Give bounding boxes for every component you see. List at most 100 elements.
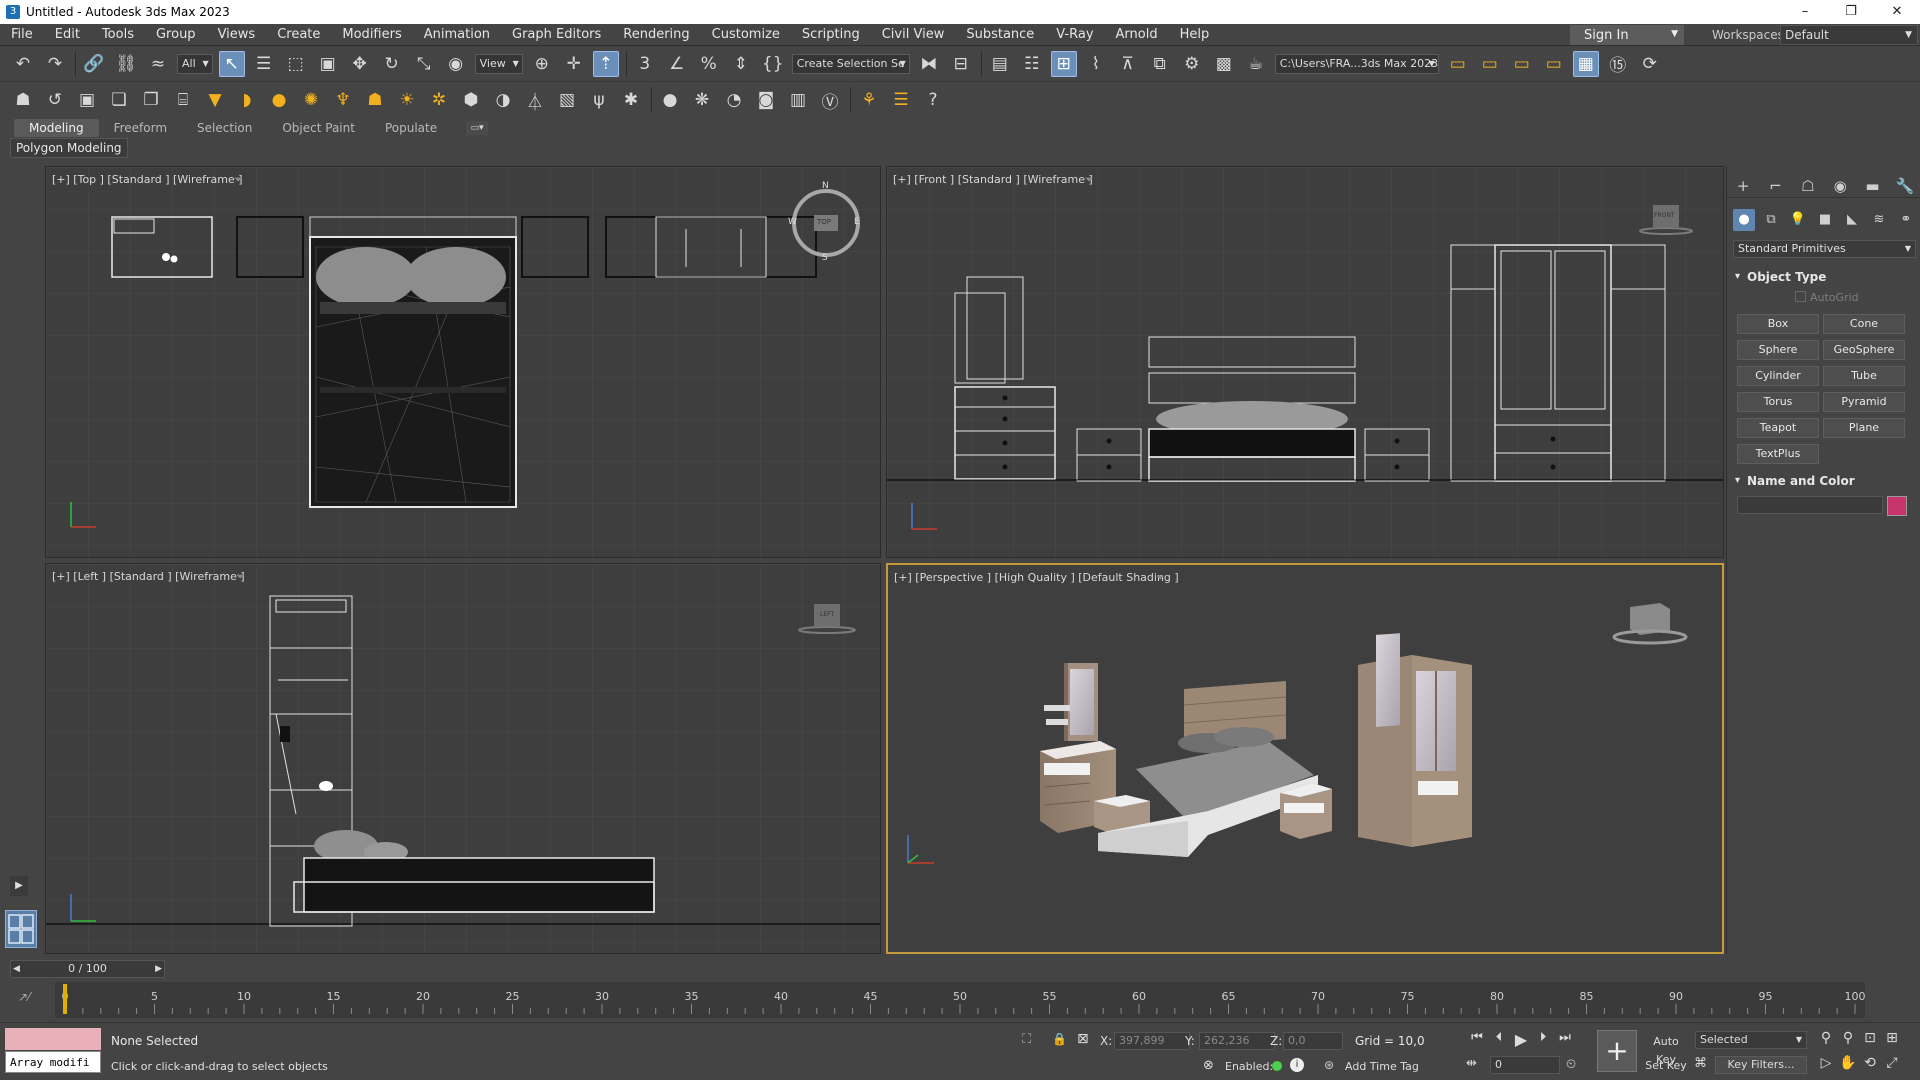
- workspace-dropdown[interactable]: Default ▼: [1780, 25, 1918, 45]
- sign-in-button[interactable]: Sign In ▼: [1570, 25, 1684, 45]
- scene-explorer-icon[interactable]: ⊞: [1050, 50, 1077, 77]
- filter-icon[interactable]: ⏷: [1156, 571, 1165, 585]
- select-manipulate-icon[interactable]: ✛: [561, 51, 587, 77]
- geosphere-button[interactable]: GeoSphere: [1823, 340, 1905, 360]
- help-icon[interactable]: ?: [920, 87, 946, 113]
- close-button[interactable]: ✕: [1874, 0, 1920, 24]
- material-stack-icon[interactable]: ◙: [753, 87, 779, 113]
- zoom-icon[interactable]: ⚲: [1815, 1030, 1837, 1046]
- open-folder-icon[interactable]: ▭: [1445, 51, 1471, 77]
- select-by-name-icon[interactable]: ☰: [251, 51, 277, 77]
- restore-button[interactable]: ❐: [1828, 0, 1874, 24]
- layer-explorer-icon[interactable]: ▤: [987, 51, 1013, 77]
- render-setup-icon[interactable]: ⚙: [1179, 51, 1205, 77]
- viewport-front-label[interactable]: [+] [Front ] [Standard ] [Wireframe ]: [893, 173, 1093, 186]
- filter-icon[interactable]: ⏷: [234, 173, 243, 187]
- material-editor-icon[interactable]: ⧉: [1147, 51, 1173, 77]
- key-selection-dropdown[interactable]: Selected ▼: [1695, 1031, 1807, 1049]
- light-lister-icon[interactable]: ⚘: [856, 87, 882, 113]
- key-filters-button[interactable]: Key Filters...: [1715, 1056, 1807, 1074]
- current-frame-field[interactable]: 0: [1490, 1056, 1560, 1074]
- rotate-view-icon[interactable]: ↺: [42, 87, 68, 113]
- menu-scripting[interactable]: Scripting: [791, 24, 871, 46]
- schematic-view-icon[interactable]: ⊼: [1115, 51, 1141, 77]
- object-color-swatch[interactable]: [1887, 496, 1907, 516]
- rotate-icon[interactable]: ↻: [379, 51, 405, 77]
- motion-tab-icon[interactable]: ◉: [1829, 177, 1851, 195]
- maxscript-listener-output[interactable]: [5, 1028, 101, 1050]
- reference-coordinate-dropdown[interactable]: View ▼: [474, 53, 523, 74]
- align-icon[interactable]: ⊟: [948, 51, 974, 77]
- viewport-front[interactable]: [+] [Front ] [Standard ] [Wireframe ] ⏷ …: [886, 166, 1724, 558]
- angle-snap-icon[interactable]: ∠: [664, 51, 690, 77]
- torus-button[interactable]: Torus: [1737, 392, 1819, 412]
- tab-selection[interactable]: Selection: [182, 119, 267, 137]
- redo-icon[interactable]: ↷: [42, 51, 68, 77]
- filter-icon[interactable]: ⏷: [236, 570, 245, 584]
- object-name-input[interactable]: [1737, 496, 1883, 514]
- maxscript-mini-listener[interactable]: Array modifi: [5, 1051, 101, 1073]
- menu-arnold[interactable]: Arnold: [1105, 24, 1169, 46]
- snaps-toggle-icon[interactable]: 3: [632, 51, 658, 77]
- tube-button[interactable]: Tube: [1823, 366, 1905, 386]
- link-icon[interactable]: 🔗: [81, 51, 107, 77]
- omni-light-icon[interactable]: ◗: [234, 87, 260, 113]
- camera-icon[interactable]: ⌸: [170, 87, 196, 113]
- name-and-color-rollout[interactable]: Name and Color: [1733, 472, 1916, 490]
- viewport-left-label[interactable]: [+] [Left ] [Standard ] [Wireframe ]: [52, 570, 245, 583]
- material-sphere-icon[interactable]: ●: [657, 87, 683, 113]
- tab-modeling[interactable]: Modeling: [14, 119, 99, 137]
- geometry-icon[interactable]: ●: [1733, 209, 1755, 231]
- tab-object-paint[interactable]: Object Paint: [267, 119, 370, 137]
- display-tab-icon[interactable]: ▬: [1861, 177, 1883, 195]
- zoom-extents-all-icon[interactable]: ⊞: [1881, 1030, 1903, 1046]
- selection-filter-dropdown[interactable]: All ▼: [177, 53, 213, 74]
- named-selection-dropdown[interactable]: Create Selection Se ▼: [791, 53, 910, 74]
- vray-logo-icon[interactable]: Ⓥ: [817, 87, 843, 113]
- viewcube-top[interactable]: TOP: [817, 218, 831, 226]
- z-coordinate-field[interactable]: 0,0: [1283, 1032, 1343, 1050]
- primitive-category-dropdown[interactable]: Standard Primitives ▼: [1733, 240, 1916, 258]
- lights-icon[interactable]: 💡: [1787, 209, 1809, 231]
- enabled-status-icon[interactable]: [1272, 1061, 1282, 1071]
- place-icon[interactable]: ◉: [443, 51, 469, 77]
- create-tab-icon[interactable]: +: [1732, 177, 1754, 195]
- scale-icon[interactable]: ⤡: [411, 51, 437, 77]
- set-key-button[interactable]: Set Key: [1643, 1057, 1689, 1075]
- teapot-button[interactable]: Teapot: [1737, 418, 1819, 438]
- list-icon[interactable]: ☰: [888, 87, 914, 113]
- vray-sphere-icon[interactable]: ◑: [490, 87, 516, 113]
- goto-end-icon[interactable]: ⏭: [1554, 1030, 1576, 1049]
- set-keys-icon[interactable]: +: [1597, 1030, 1637, 1072]
- polygon-modeling-panel[interactable]: Polygon Modeling: [10, 138, 128, 158]
- timer-icon[interactable]: ⑮: [1605, 51, 1631, 77]
- menu-edit[interactable]: Edit: [44, 24, 91, 46]
- spotlight-icon[interactable]: ▼: [202, 87, 228, 113]
- y-coordinate-field[interactable]: 262,236: [1199, 1032, 1275, 1050]
- x-coordinate-field[interactable]: 397,899: [1114, 1032, 1190, 1050]
- absolute-mode-icon[interactable]: ⊠: [1077, 1031, 1089, 1047]
- menu-modifiers[interactable]: Modifiers: [331, 24, 412, 46]
- vray-tripod-icon[interactable]: ⏃: [522, 87, 548, 113]
- menu-rendering[interactable]: Rendering: [612, 24, 700, 46]
- add-time-tag-button[interactable]: Add Time Tag: [1345, 1060, 1419, 1073]
- project-folder-dropdown[interactable]: C:\Users\FRA...3ds Max 2023 ▼: [1274, 53, 1439, 74]
- ambient-light-icon[interactable]: ✲: [426, 87, 452, 113]
- sphere-light-icon[interactable]: ●: [266, 87, 292, 113]
- tab-freeform[interactable]: Freeform: [99, 119, 182, 137]
- cone-button[interactable]: Cone: [1823, 314, 1905, 334]
- tab-populate[interactable]: Populate: [370, 119, 452, 137]
- zoom-all-icon[interactable]: ⚲: [1837, 1030, 1859, 1046]
- mesh-light-icon[interactable]: ✺: [298, 87, 324, 113]
- object-type-rollout[interactable]: Object Type: [1733, 268, 1916, 286]
- menu-graph-editors[interactable]: Graph Editors: [501, 24, 612, 46]
- plane-button[interactable]: Plane: [1823, 418, 1905, 438]
- textplus-button[interactable]: TextPlus: [1737, 444, 1819, 464]
- curve-editor-icon[interactable]: ⌇: [1083, 51, 1109, 77]
- rect-selection-region-icon[interactable]: ⬚: [283, 51, 309, 77]
- pivot-center-icon[interactable]: ⊕: [529, 51, 555, 77]
- autogrid-checkbox[interactable]: AutoGrid: [1795, 291, 1859, 304]
- pan-icon[interactable]: ✋: [1837, 1055, 1859, 1071]
- filter-icon[interactable]: ⏷: [1085, 173, 1094, 187]
- curve-editor-mini-icon[interactable]: ↗⁄: [18, 990, 30, 1004]
